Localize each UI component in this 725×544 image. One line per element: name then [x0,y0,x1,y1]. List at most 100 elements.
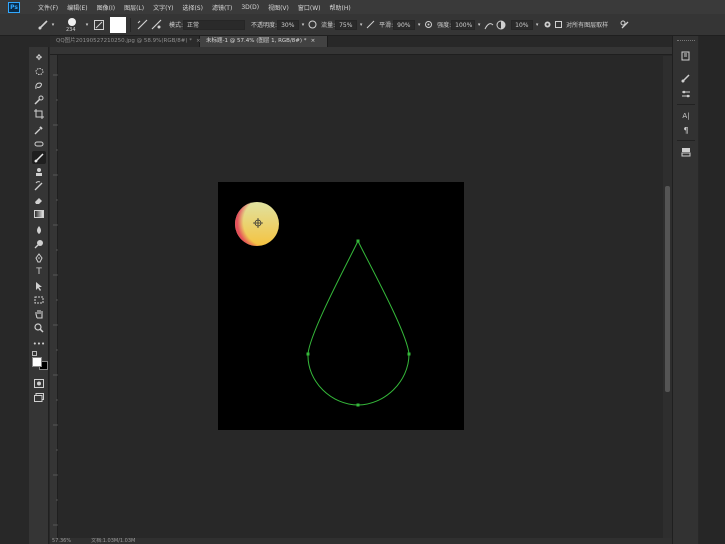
chevron-down-icon[interactable]: ▾ [475,17,483,33]
stamp-tool-icon[interactable] [32,165,46,178]
scrollbar-thumb[interactable] [665,186,670,392]
smoothing-field[interactable]: 90% [393,19,416,30]
adjustments-panel-icon[interactable] [679,88,693,100]
document-size: 文档:1.03M/1.03M [91,538,136,544]
brush-tip-icon [68,17,76,26]
path-select-tool-icon[interactable] [32,279,46,292]
dodge-tool-icon[interactable] [32,237,46,250]
menu-layer[interactable]: 图层(L) [124,3,144,12]
sample-all-checkbox[interactable] [553,17,563,33]
sample-all-label: 对所有图层取样 [566,22,609,29]
anchor-point-right[interactable] [407,352,411,356]
shape-tool-icon[interactable] [32,293,46,306]
eraser-tool-icon[interactable] [32,193,46,206]
more-tools-icon[interactable]: ••• [32,337,46,350]
menu-file[interactable]: 文件(F) [38,3,58,12]
move-tool-icon[interactable]: ✥ [32,51,46,64]
blur-tool-icon[interactable] [32,223,46,236]
paragraph-panel-icon[interactable]: ¶ [679,124,693,136]
type-tool-icon[interactable]: T [32,265,46,278]
airbrush-mode-icon[interactable] [365,17,375,33]
quick-select-tool-icon[interactable] [32,93,46,106]
hand-tool-icon[interactable] [32,307,46,320]
strength-field[interactable]: 100% [451,19,476,30]
tab-label: QQ图片20190527210250.jpg @ 58.9%(RGB/8#) * [56,38,192,44]
healing-tool-icon[interactable] [32,137,46,150]
chevron-down-icon[interactable]: ▾ [299,17,307,33]
chevron-down-icon[interactable]: ▾ [50,17,56,33]
chevron-down-icon[interactable]: ▾ [82,17,92,33]
canvas-artwork [235,202,411,407]
tablet-pressure-icon[interactable] [618,17,632,33]
menu-select[interactable]: 选择(S) [182,3,203,12]
zoom-tool-icon[interactable] [32,321,46,334]
smoothing-label: 平滑: [379,22,394,29]
zoom-level[interactable]: 57.36% [52,538,71,544]
flow-field[interactable]: 75% [335,19,358,30]
eyedropper-tool-icon[interactable] [32,123,46,136]
menu-type[interactable]: 文字(Y) [153,3,173,12]
pen-tool-icon[interactable] [32,251,46,264]
color-swatch[interactable] [110,16,126,33]
default-colors-icon[interactable] [32,351,37,356]
teardrop-path[interactable] [306,239,411,407]
lasso-tool-icon[interactable] [32,79,46,92]
anchor-point-bottom[interactable] [356,403,360,407]
menu-image[interactable]: 图像(I) [97,3,115,12]
separator [130,17,131,32]
brush-tool-icon[interactable] [32,151,46,164]
anchor-point-top[interactable] [356,239,360,243]
color-picker[interactable] [32,351,48,371]
quick-mask-icon[interactable] [32,377,46,390]
crop-tool-icon[interactable] [32,107,46,120]
pressure-size-icon[interactable] [483,17,495,33]
strength-label: 强度: [437,22,452,29]
gear-icon[interactable] [541,17,553,33]
history-brush-tool-icon[interactable] [32,179,46,192]
chevron-down-icon[interactable]: ▾ [415,17,423,33]
document-tabs: QQ图片20190527210250.jpg @ 58.9%(RGB/8#) *… [50,36,672,47]
horizontal-ruler [50,47,672,62]
opacity-field[interactable]: 30% [277,19,300,30]
brush-settings-panel-icon[interactable] [679,72,693,84]
anchor-point-left[interactable] [306,352,310,356]
menu-view[interactable]: 视图(V) [268,3,289,12]
chevron-down-icon[interactable]: ▾ [533,17,541,33]
menu-help[interactable]: 帮助(H) [330,3,351,12]
pressure-icon[interactable] [149,17,163,33]
menu-window[interactable]: 窗口(W) [298,3,321,12]
mode-dropdown[interactable]: 正常 [183,19,246,30]
menu-3d[interactable]: 3D(D) [241,4,259,11]
status-bar: 57.36% 文档:1.03M/1.03M [50,538,672,544]
opacity-pressure-icon[interactable] [307,17,317,33]
character-panel-icon[interactable]: A| [679,110,693,122]
angle-field[interactable]: 10% [511,19,534,30]
smoothing-options-icon[interactable] [423,17,433,33]
menu-edit[interactable]: 编辑(E) [67,3,87,12]
foreground-color-swatch[interactable] [32,357,42,367]
angle-icon[interactable] [495,17,507,33]
options-bar: ▾ 234 ▾ 模式: 正常 不透明度: 30% ▾ 流量: 75% ▾ 平滑:… [0,14,725,36]
airbrush-icon[interactable] [135,17,149,33]
vertical-scrollbar[interactable] [663,56,672,544]
tab-document-qq[interactable]: QQ图片20190527210250.jpg @ 58.9%(RGB/8#) *… [50,36,201,47]
photoshop-logo: Ps [8,1,20,13]
gradient-tool-icon[interactable] [32,207,46,220]
brush-size-value: 234 [66,26,76,33]
history-panel-icon[interactable] [679,50,693,62]
tab-document-untitled[interactable]: 未标题-1 @ 57.4% (图层 1, RGB/8#) * × [200,36,328,47]
empty-panel-area [699,36,725,544]
close-icon[interactable]: × [311,38,316,44]
panel-divider [677,104,695,105]
layers-panel-icon[interactable] [679,146,693,158]
brush-tool-preset-icon[interactable] [36,17,50,33]
menu-filter[interactable]: 滤镜(T) [212,3,232,12]
brush-size-picker[interactable]: 234 [62,15,82,35]
chevron-down-icon[interactable]: ▾ [357,17,365,33]
brush-settings-icon[interactable] [92,17,106,33]
panel-grip[interactable] [677,40,695,43]
screen-mode-icon[interactable] [32,391,46,404]
right-panel-dock: A| ¶ [672,36,698,544]
document-canvas[interactable] [218,182,464,430]
marquee-tool-icon[interactable] [32,65,46,78]
